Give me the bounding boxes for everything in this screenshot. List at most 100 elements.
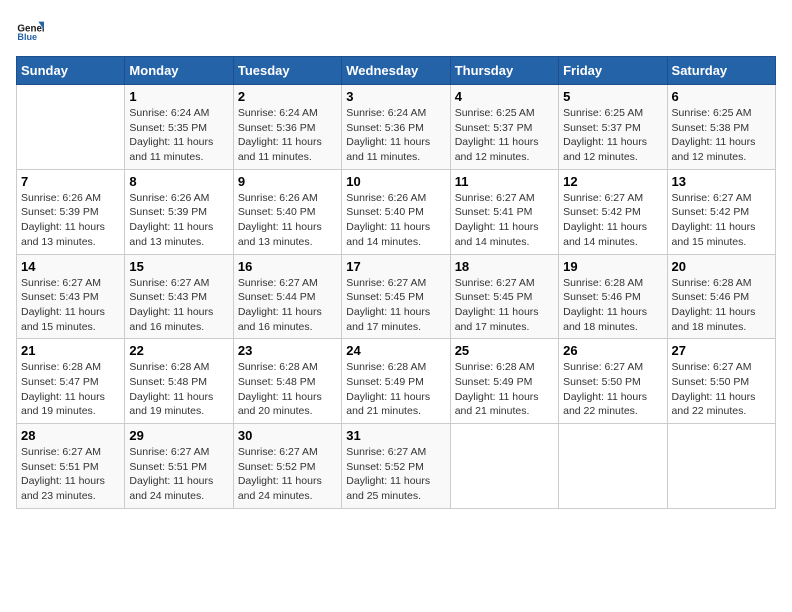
calendar-cell: 2 Sunrise: 6:24 AM Sunset: 5:36 PM Daylig…: [233, 85, 341, 170]
day-number: 31: [346, 428, 445, 443]
day-number: 17: [346, 259, 445, 274]
column-header-monday: Monday: [125, 57, 233, 85]
calendar-cell: 20 Sunrise: 6:28 AM Sunset: 5:46 PM Dayli…: [667, 254, 775, 339]
day-info: Sunrise: 6:27 AM Sunset: 5:41 PM Dayligh…: [455, 191, 554, 250]
calendar-cell: 9 Sunrise: 6:26 AM Sunset: 5:40 PM Daylig…: [233, 169, 341, 254]
calendar-cell: 18 Sunrise: 6:27 AM Sunset: 5:45 PM Dayli…: [450, 254, 558, 339]
calendar-cell: 25 Sunrise: 6:28 AM Sunset: 5:49 PM Dayli…: [450, 339, 558, 424]
calendar-cell: 3Sunrise: 6:24 AM Sunset: 5:36 PM Daylig…: [342, 85, 450, 170]
calendar-cell: 6 Sunrise: 6:25 AM Sunset: 5:38 PM Daylig…: [667, 85, 775, 170]
logo: General Blue: [16, 16, 44, 44]
day-info: Sunrise: 6:24 AM Sunset: 5:36 PM Dayligh…: [238, 106, 337, 165]
calendar-cell: [667, 424, 775, 509]
calendar-cell: 22 Sunrise: 6:28 AM Sunset: 5:48 PM Dayli…: [125, 339, 233, 424]
day-info: Sunrise: 6:25 AM Sunset: 5:37 PM Dayligh…: [563, 106, 662, 165]
calendar-cell: 5Sunrise: 6:25 AM Sunset: 5:37 PM Daylig…: [559, 85, 667, 170]
day-info: Sunrise: 6:27 AM Sunset: 5:42 PM Dayligh…: [563, 191, 662, 250]
day-number: 8: [129, 174, 228, 189]
day-info: Sunrise: 6:27 AM Sunset: 5:45 PM Dayligh…: [346, 276, 445, 335]
column-header-wednesday: Wednesday: [342, 57, 450, 85]
calendar-cell: 13 Sunrise: 6:27 AM Sunset: 5:42 PM Dayli…: [667, 169, 775, 254]
calendar-header-row: SundayMondayTuesdayWednesdayThursdayFrid…: [17, 57, 776, 85]
day-number: 13: [672, 174, 771, 189]
calendar-week-3: 14Sunrise: 6:27 AM Sunset: 5:43 PM Dayli…: [17, 254, 776, 339]
calendar-cell: 29 Sunrise: 6:27 AM Sunset: 5:51 PM Dayli…: [125, 424, 233, 509]
calendar-week-4: 21 Sunrise: 6:28 AM Sunset: 5:47 PM Dayli…: [17, 339, 776, 424]
day-number: 21: [21, 343, 120, 358]
day-info: Sunrise: 6:26 AM Sunset: 5:40 PM Dayligh…: [238, 191, 337, 250]
calendar-cell: 8 Sunrise: 6:26 AM Sunset: 5:39 PM Daylig…: [125, 169, 233, 254]
calendar-cell: [450, 424, 558, 509]
day-number: 24: [346, 343, 445, 358]
day-number: 7: [21, 174, 120, 189]
calendar-cell: 30 Sunrise: 6:27 AM Sunset: 5:52 PM Dayli…: [233, 424, 341, 509]
day-number: 25: [455, 343, 554, 358]
day-info: Sunrise: 6:27 AM Sunset: 5:51 PM Dayligh…: [21, 445, 120, 504]
day-number: 16: [238, 259, 337, 274]
day-number: 18: [455, 259, 554, 274]
day-number: 3: [346, 89, 445, 104]
day-info: Sunrise: 6:27 AM Sunset: 5:52 PM Dayligh…: [238, 445, 337, 504]
day-number: 19: [563, 259, 662, 274]
calendar-cell: [559, 424, 667, 509]
day-info: Sunrise: 6:26 AM Sunset: 5:40 PM Dayligh…: [346, 191, 445, 250]
day-info: Sunrise: 6:28 AM Sunset: 5:46 PM Dayligh…: [563, 276, 662, 335]
calendar-cell: 15Sunrise: 6:27 AM Sunset: 5:43 PM Dayli…: [125, 254, 233, 339]
calendar-body: 1 Sunrise: 6:24 AM Sunset: 5:35 PM Daylig…: [17, 85, 776, 509]
day-info: Sunrise: 6:27 AM Sunset: 5:50 PM Dayligh…: [563, 360, 662, 419]
day-info: Sunrise: 6:25 AM Sunset: 5:38 PM Dayligh…: [672, 106, 771, 165]
day-info: Sunrise: 6:26 AM Sunset: 5:39 PM Dayligh…: [129, 191, 228, 250]
calendar-cell: 14Sunrise: 6:27 AM Sunset: 5:43 PM Dayli…: [17, 254, 125, 339]
day-number: 11: [455, 174, 554, 189]
day-info: Sunrise: 6:27 AM Sunset: 5:44 PM Dayligh…: [238, 276, 337, 335]
day-info: Sunrise: 6:24 AM Sunset: 5:35 PM Dayligh…: [129, 106, 228, 165]
day-info: Sunrise: 6:25 AM Sunset: 5:37 PM Dayligh…: [455, 106, 554, 165]
day-number: 2: [238, 89, 337, 104]
day-number: 9: [238, 174, 337, 189]
day-info: Sunrise: 6:28 AM Sunset: 5:48 PM Dayligh…: [129, 360, 228, 419]
day-info: Sunrise: 6:28 AM Sunset: 5:47 PM Dayligh…: [21, 360, 120, 419]
day-number: 15: [129, 259, 228, 274]
calendar-week-2: 7 Sunrise: 6:26 AM Sunset: 5:39 PM Daylig…: [17, 169, 776, 254]
day-number: 20: [672, 259, 771, 274]
calendar-cell: 16 Sunrise: 6:27 AM Sunset: 5:44 PM Dayli…: [233, 254, 341, 339]
day-info: Sunrise: 6:27 AM Sunset: 5:45 PM Dayligh…: [455, 276, 554, 335]
day-number: 1: [129, 89, 228, 104]
calendar-cell: 26Sunrise: 6:27 AM Sunset: 5:50 PM Dayli…: [559, 339, 667, 424]
day-info: Sunrise: 6:28 AM Sunset: 5:48 PM Dayligh…: [238, 360, 337, 419]
day-number: 29: [129, 428, 228, 443]
calendar-cell: 21 Sunrise: 6:28 AM Sunset: 5:47 PM Dayli…: [17, 339, 125, 424]
logo-icon: General Blue: [16, 16, 44, 44]
day-info: Sunrise: 6:28 AM Sunset: 5:49 PM Dayligh…: [346, 360, 445, 419]
column-header-tuesday: Tuesday: [233, 57, 341, 85]
calendar-week-1: 1 Sunrise: 6:24 AM Sunset: 5:35 PM Daylig…: [17, 85, 776, 170]
calendar-table: SundayMondayTuesdayWednesdayThursdayFrid…: [16, 56, 776, 509]
day-info: Sunrise: 6:28 AM Sunset: 5:46 PM Dayligh…: [672, 276, 771, 335]
column-header-thursday: Thursday: [450, 57, 558, 85]
day-number: 12: [563, 174, 662, 189]
calendar-cell: 23Sunrise: 6:28 AM Sunset: 5:48 PM Dayli…: [233, 339, 341, 424]
day-info: Sunrise: 6:26 AM Sunset: 5:39 PM Dayligh…: [21, 191, 120, 250]
calendar-cell: 28Sunrise: 6:27 AM Sunset: 5:51 PM Dayli…: [17, 424, 125, 509]
day-info: Sunrise: 6:27 AM Sunset: 5:50 PM Dayligh…: [672, 360, 771, 419]
day-number: 14: [21, 259, 120, 274]
day-number: 6: [672, 89, 771, 104]
day-number: 30: [238, 428, 337, 443]
calendar-cell: 4Sunrise: 6:25 AM Sunset: 5:37 PM Daylig…: [450, 85, 558, 170]
day-info: Sunrise: 6:27 AM Sunset: 5:51 PM Dayligh…: [129, 445, 228, 504]
day-info: Sunrise: 6:28 AM Sunset: 5:49 PM Dayligh…: [455, 360, 554, 419]
svg-text:Blue: Blue: [17, 32, 37, 42]
day-number: 22: [129, 343, 228, 358]
calendar-cell: 17 Sunrise: 6:27 AM Sunset: 5:45 PM Dayli…: [342, 254, 450, 339]
calendar-cell: 19 Sunrise: 6:28 AM Sunset: 5:46 PM Dayli…: [559, 254, 667, 339]
calendar-cell: 27 Sunrise: 6:27 AM Sunset: 5:50 PM Dayli…: [667, 339, 775, 424]
day-info: Sunrise: 6:27 AM Sunset: 5:42 PM Dayligh…: [672, 191, 771, 250]
column-header-friday: Friday: [559, 57, 667, 85]
calendar-cell: 7 Sunrise: 6:26 AM Sunset: 5:39 PM Daylig…: [17, 169, 125, 254]
day-info: Sunrise: 6:27 AM Sunset: 5:52 PM Dayligh…: [346, 445, 445, 504]
calendar-week-5: 28Sunrise: 6:27 AM Sunset: 5:51 PM Dayli…: [17, 424, 776, 509]
calendar-cell: [17, 85, 125, 170]
calendar-cell: 11 Sunrise: 6:27 AM Sunset: 5:41 PM Dayli…: [450, 169, 558, 254]
day-number: 27: [672, 343, 771, 358]
column-header-sunday: Sunday: [17, 57, 125, 85]
